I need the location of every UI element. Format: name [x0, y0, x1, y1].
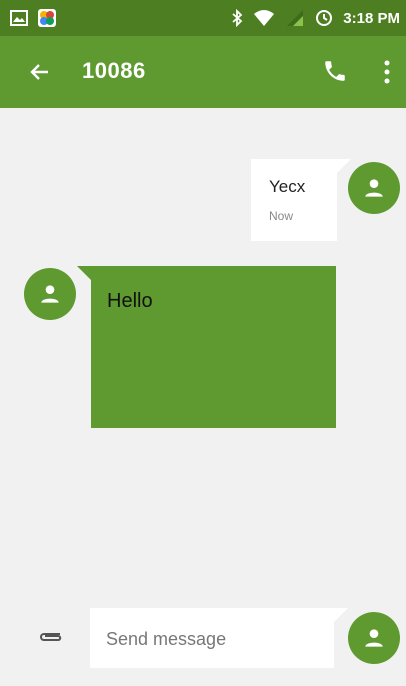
status-bar: 3:18 PM: [0, 0, 406, 36]
message-timestamp: Now: [269, 209, 294, 223]
gallery-app-icon: [38, 9, 56, 27]
avatar-contact[interactable]: [24, 268, 76, 320]
message-text: Yecx: [269, 177, 306, 196]
app-bar: 10086: [0, 36, 406, 108]
message-input[interactable]: [104, 622, 328, 656]
bubble-tail: [77, 266, 91, 280]
message-input-container: [90, 608, 348, 668]
message-text: Hello: [107, 290, 153, 312]
more-vert-icon[interactable]: [380, 58, 394, 86]
attach-icon[interactable]: [34, 624, 66, 648]
conversation-title: 10086: [82, 58, 146, 83]
send-avatar-button[interactable]: [348, 612, 400, 664]
compose-bar: [0, 600, 406, 686]
person-icon: [41, 285, 59, 303]
avatar-self[interactable]: [348, 162, 400, 214]
image-notification-icon: [10, 10, 28, 26]
wifi-icon: [254, 10, 275, 26]
bluetooth-icon: [232, 9, 243, 27]
back-arrow-icon[interactable]: [28, 60, 52, 84]
input-tail: [334, 608, 348, 622]
person-icon: [365, 179, 383, 197]
person-icon: [365, 629, 383, 647]
status-time: 3:18 PM: [343, 9, 400, 27]
alarm-icon: [316, 10, 333, 26]
message-bubble-outgoing[interactable]: Yecx Now: [251, 159, 351, 241]
signal-icon: [287, 10, 304, 26]
bubble-tail: [337, 159, 351, 173]
message-bubble-incoming[interactable]: Hello: [77, 266, 336, 428]
phone-icon[interactable]: [322, 58, 348, 84]
